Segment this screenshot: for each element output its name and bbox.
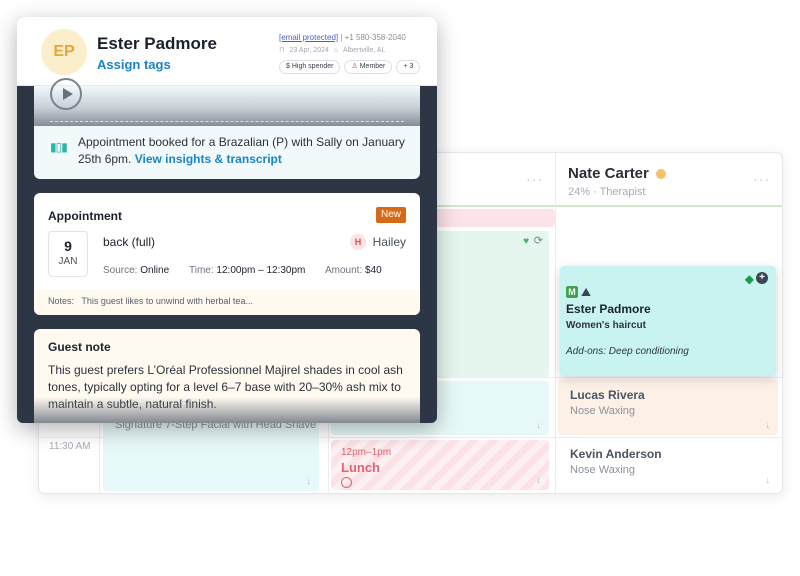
chip-member[interactable]: ♙ Member: [344, 60, 393, 74]
contact-info: [email protected] | +1 580-358-2040: [279, 33, 406, 42]
source-label: Source:: [103, 265, 138, 276]
tag-chips: $ High spender ♙ Member + 3: [279, 60, 421, 74]
appointment-date: 9 JAN: [48, 231, 88, 277]
membership-icon: M: [566, 286, 578, 298]
scroll-fade: [34, 86, 420, 126]
staff-name: Nate Carter: [568, 165, 666, 182]
client-name: Ester Padmore: [97, 34, 217, 53]
event-service: Nose Waxing: [570, 464, 636, 476]
calendar-event-lunch[interactable]: 12pm–1pm Lunch ↓: [331, 440, 549, 490]
add-icon[interactable]: +: [756, 272, 768, 284]
assign-tags-link[interactable]: Assign tags: [97, 57, 171, 72]
avatar[interactable]: EP: [41, 29, 87, 75]
selected-appointment-card[interactable]: ◆ + M ⛰ Ester Padmore Women's haircut Ad…: [560, 266, 776, 376]
event-client: Kevin Anderson: [570, 447, 662, 461]
more-options-icon[interactable]: ···: [526, 171, 543, 187]
appointment-title: Appointment: [48, 209, 122, 223]
member-since-date: 23 Apr, 2024: [289, 46, 329, 54]
amount-value: $40: [365, 265, 382, 276]
status-dot-icon: [655, 168, 666, 179]
guest-note-card: Guest note This guest prefers L’Oréal Pr…: [34, 329, 420, 423]
resize-handle-icon[interactable]: ↓: [766, 420, 771, 430]
chip-member-label: Member: [359, 63, 386, 70]
resize-handle-icon[interactable]: ↓: [537, 475, 542, 485]
appointment-time: Time: 12:00pm – 12:30pm: [189, 265, 305, 276]
divider: [50, 121, 404, 122]
lunch-label: Lunch: [341, 460, 380, 475]
time-label: 11:30 AM: [49, 441, 91, 452]
call-recording-card: ▮▯▮ Appointment booked for a Brazalian (…: [34, 78, 420, 179]
tag-icon[interactable]: ◆: [745, 272, 754, 286]
resize-handle-icon[interactable]: ↓: [766, 475, 771, 485]
heart-icon: ♥: [523, 236, 529, 247]
resize-handle-icon[interactable]: ↓: [307, 476, 312, 486]
appointment-card[interactable]: Appointment New 9 JAN back (full) H Hail…: [34, 193, 420, 315]
source-value: Online: [140, 265, 170, 276]
staff-role: 24% · Therapist: [568, 186, 646, 198]
appointment-source: Source: Online: [103, 265, 169, 276]
insight-summary: Appointment booked for a Brazalian (P) w…: [78, 134, 408, 168]
chip-more[interactable]: + 3: [396, 60, 421, 74]
appointment-client: Ester Padmore: [566, 302, 651, 316]
appointment-addons: Add-ons: Deep conditioning: [566, 346, 689, 357]
appointment-service: back (full): [103, 235, 156, 249]
amount-label: Amount:: [325, 265, 363, 276]
bookmark-icon: ⊓: [279, 47, 285, 54]
client-profile-panel: EP Ester Padmore Assign tags [email prot…: [17, 17, 437, 423]
appointment-service: Women's haircut: [566, 320, 646, 331]
staff-avatar: H: [350, 234, 366, 250]
play-icon[interactable]: [50, 78, 82, 110]
lunch-time: 12pm–1pm: [341, 447, 392, 458]
appointment-amount: Amount: $40: [325, 265, 382, 276]
email-link[interactable]: [email protected]: [279, 33, 338, 42]
event-client: Lucas Rivera: [570, 388, 645, 402]
client-meta: ⊓ 23 Apr, 2024 ⌂ Albertville, AL: [279, 46, 386, 55]
date-month: JAN: [58, 256, 78, 267]
guest-note-title: Guest note: [48, 340, 111, 354]
resize-handle-icon[interactable]: ↓: [537, 420, 542, 430]
status-badge: New: [375, 207, 406, 223]
calendar-event-facial[interactable]: Signature 7-Step Facial with Head Shave …: [103, 411, 319, 491]
time-label: Time:: [189, 265, 214, 276]
calendar-event-lucas[interactable]: Lucas Rivera Nose Waxing ↓: [558, 379, 778, 435]
staff-name-text: Nate Carter: [568, 165, 649, 182]
person-icon: ♙: [351, 63, 360, 70]
clock-icon: [341, 477, 352, 488]
staff-name: Hailey: [372, 235, 406, 249]
chip-high-spender[interactable]: $ High spender: [279, 60, 341, 74]
calendar-event-kevin[interactable]: Kevin Anderson Nose Waxing ↓: [558, 440, 778, 490]
audio-wave-icon: ▮▯▮: [50, 140, 68, 154]
more-options-icon[interactable]: ···: [753, 171, 770, 187]
notes-text: This guest likes to unwind with herbal t…: [81, 296, 253, 306]
staff-header-nate[interactable]: Nate Carter 24% · Therapist ···: [556, 153, 782, 207]
notes-label: Notes:: [48, 296, 75, 306]
appointment-notes: Notes: This guest likes to unwind with h…: [34, 290, 420, 315]
refresh-icon: ⟳: [533, 235, 543, 247]
home-icon: ⌂: [333, 46, 339, 54]
date-day: 9: [64, 238, 72, 254]
event-service: Nose Waxing: [570, 405, 636, 417]
profile-header: EP Ester Padmore Assign tags [email prot…: [17, 17, 437, 86]
scroll-fade: [34, 397, 420, 423]
phone-number: | +1 580-358-2040: [340, 33, 406, 42]
time-value: 12:00pm – 12:30pm: [216, 265, 306, 276]
client-location: Albertville, AL: [343, 46, 386, 54]
trend-chart-icon: ⛰: [581, 285, 592, 299]
view-insights-link[interactable]: View insights & transcript: [135, 152, 282, 166]
